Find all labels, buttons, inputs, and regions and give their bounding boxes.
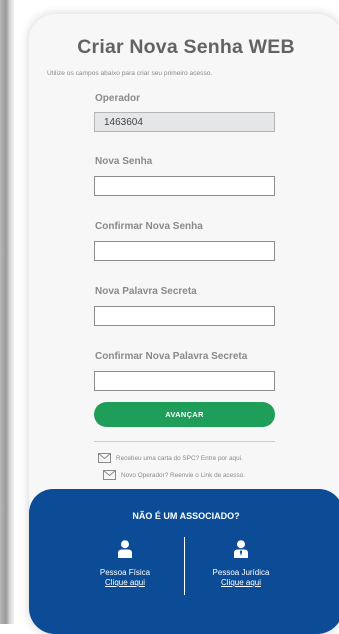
person-icon	[118, 540, 132, 558]
mail-icon	[98, 453, 111, 463]
page-title: Criar Nova Senha WEB	[77, 36, 295, 58]
window-edge	[0, 0, 14, 624]
letter-link-text: Recebeu uma carta do SPC? Entre por aqui…	[116, 454, 243, 462]
new-password-label: Nova Senha	[95, 156, 153, 167]
secret-word-field[interactable]	[94, 306, 275, 326]
resend-link-text: Novo Operador? Reenvie o Link de acesso.	[121, 471, 245, 479]
operator-field	[94, 112, 275, 132]
individual-label: Pessoa Física	[99, 568, 151, 577]
new-password-card: Criar Nova Senha WEB Utilize os campos a…	[29, 14, 339, 634]
company-link[interactable]: Clique aqui	[186, 578, 296, 587]
resend-link[interactable]: Novo Operador? Reenvie o Link de acesso.	[103, 470, 245, 480]
advance-button[interactable]: AVANÇAR	[94, 402, 275, 427]
company-option: Pessoa Jurídica Clique aqui	[186, 540, 296, 587]
confirm-secret-word-label: Confirmar Nova Palavra Secreta	[95, 351, 248, 362]
page-subtitle: Utilize os campos abaixo para criar seu …	[47, 70, 213, 77]
non-member-title: NÃO É UM ASSOCIADO?	[132, 511, 240, 521]
individual-link[interactable]: Clique aqui	[70, 578, 180, 587]
operator-label: Operador	[95, 93, 141, 104]
confirm-password-field[interactable]	[94, 241, 275, 261]
new-password-field[interactable]	[94, 176, 275, 196]
individual-option: Pessoa Física Clique aqui	[70, 540, 180, 587]
divider	[94, 441, 275, 442]
company-label: Pessoa Jurídica	[212, 568, 270, 577]
business-person-icon	[234, 540, 248, 558]
confirm-secret-word-field[interactable]	[94, 371, 275, 391]
mail-icon	[103, 470, 116, 480]
letter-link[interactable]: Recebeu uma carta do SPC? Entre por aqui…	[98, 453, 243, 463]
non-member-panel: NÃO É UM ASSOCIADO? Pessoa Física Clique…	[29, 489, 339, 634]
footer-divider	[184, 537, 185, 595]
secret-word-label: Nova Palavra Secreta	[95, 286, 197, 297]
confirm-password-label: Confirmar Nova Senha	[95, 221, 203, 232]
